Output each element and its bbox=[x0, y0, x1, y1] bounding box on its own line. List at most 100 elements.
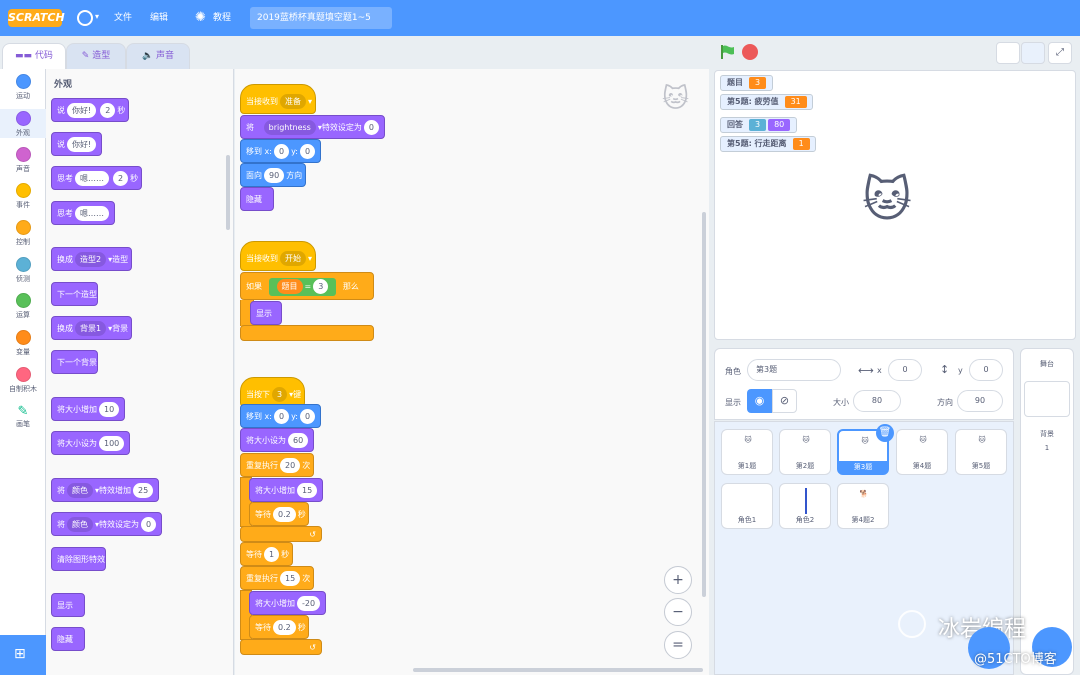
sprite-thumb[interactable]: 🐱 第2题 bbox=[779, 429, 831, 475]
globe-icon[interactable] bbox=[77, 10, 93, 26]
block-think[interactable]: 思考 嗯…… bbox=[51, 201, 115, 225]
dog-sprite-icon: 🐕 bbox=[859, 490, 869, 498]
sprite-cat-on-stage[interactable]: 🐱 bbox=[862, 172, 912, 228]
chevron-down-icon: ▾ bbox=[95, 12, 100, 21]
block-set-effect[interactable]: 将颜色 ▾特效设定为 0 bbox=[51, 512, 162, 536]
cat-sprite-icon: 🐱 bbox=[919, 436, 927, 444]
menu-tutorials[interactable]: 教程 bbox=[213, 11, 231, 25]
block-show[interactable]: 显示 bbox=[250, 301, 282, 325]
category-control[interactable]: 控制 bbox=[0, 220, 46, 247]
hat-when-receive[interactable]: 当接收到 准备 ▾ bbox=[240, 84, 316, 114]
project-title-input[interactable]: 2019蓝桥杯真题填空题1~5 bbox=[250, 7, 392, 29]
menu-file[interactable]: 文件 bbox=[114, 11, 132, 25]
menu-edit[interactable]: 编辑 bbox=[150, 11, 168, 25]
scratch-logo[interactable]: SCRATCH bbox=[8, 9, 65, 27]
lightbulb-icon: ✺ bbox=[195, 10, 206, 25]
block-set-size[interactable]: 将大小设为 100 bbox=[51, 431, 130, 455]
hat-when-key-pressed[interactable]: 当按下 3 ▾键 bbox=[240, 377, 305, 407]
small-stage-button[interactable] bbox=[996, 42, 1020, 64]
sprite-thumb[interactable]: 🐱 第5题 bbox=[955, 429, 1007, 475]
y-input[interactable]: 0 bbox=[969, 359, 1003, 381]
block-set-size[interactable]: 将大小设为 60 bbox=[240, 428, 314, 452]
sprite-thumb[interactable]: 🐱 第1题 bbox=[721, 429, 773, 475]
sprite-thumb[interactable]: 角色2 bbox=[779, 483, 831, 529]
block-wait[interactable]: 等待 1 秒 bbox=[240, 542, 293, 566]
tab-sounds[interactable]: 🔈 声音 bbox=[126, 43, 190, 69]
show-label: 显示 bbox=[725, 398, 741, 407]
block-say-for-secs[interactable]: 说你好! 2 秒 bbox=[51, 98, 129, 122]
category-motion[interactable]: 运动 bbox=[0, 74, 46, 101]
block-switch-backdrop[interactable]: 换成 背景1 ▾背景 bbox=[51, 316, 132, 340]
repeat-end: ↺ bbox=[240, 526, 322, 542]
block-next-costume[interactable]: 下一个造型 bbox=[51, 282, 98, 306]
fullscreen-button[interactable]: ⤢ bbox=[1048, 42, 1072, 64]
show-hidden-button[interactable]: ⊘ bbox=[772, 389, 797, 413]
block-show[interactable]: 显示 bbox=[51, 593, 85, 617]
stage-panel-title: 舞台 bbox=[1040, 360, 1054, 368]
block-wait[interactable]: 等待 0.2 秒 bbox=[249, 615, 310, 639]
eye-slash-icon: ⊘ bbox=[779, 394, 790, 407]
block-change-effect[interactable]: 将颜色 ▾特效增加 25 bbox=[51, 478, 159, 502]
variable-reporter: 题目 bbox=[276, 278, 303, 294]
zoom-reset-button[interactable]: = bbox=[664, 631, 692, 659]
category-sensing[interactable]: 侦测 bbox=[0, 257, 46, 284]
category-pen[interactable]: ✎ 画笔 bbox=[0, 404, 46, 429]
hat-when-receive[interactable]: 当接收到 开始 ▾ bbox=[240, 241, 316, 271]
palette-scrollbar[interactable] bbox=[226, 155, 230, 230]
block-next-backdrop[interactable]: 下一个背景 bbox=[51, 350, 98, 374]
tab-costumes[interactable]: ✎ 造型 bbox=[66, 43, 126, 69]
block-point-direction[interactable]: 面向 90 方向 bbox=[240, 163, 306, 187]
category-operators[interactable]: 运算 bbox=[0, 293, 46, 320]
size-input[interactable]: 80 bbox=[853, 390, 901, 412]
tab-code[interactable]: ▬▬ 代码 bbox=[2, 43, 66, 70]
green-flag-icon[interactable] bbox=[719, 44, 735, 60]
block-change-size[interactable]: 将大小增加 15 bbox=[249, 478, 323, 502]
block-switch-costume[interactable]: 换成 造型2 ▾造型 bbox=[51, 247, 132, 271]
x-label: x bbox=[877, 366, 882, 375]
backdrop-thumbnail[interactable] bbox=[1024, 381, 1070, 417]
block-say[interactable]: 说你好! bbox=[51, 132, 102, 156]
category-sound[interactable]: 声音 bbox=[0, 147, 46, 174]
chevron-down-icon: ▾ bbox=[308, 97, 313, 106]
block-set-effect[interactable]: 将 brightness ▾特效设定为 0 bbox=[240, 115, 385, 139]
stage-panel[interactable]: 舞台 背景 1 bbox=[1020, 348, 1074, 675]
block-repeat[interactable]: 重复执行 20 次 bbox=[240, 453, 314, 477]
sensing-dot-icon bbox=[15, 257, 31, 272]
sprite-thumb[interactable]: 角色1 bbox=[721, 483, 773, 529]
sprite-thumb[interactable]: 🐕 第4题2 bbox=[837, 483, 889, 529]
block-clear-effects[interactable]: 清除图形特效 bbox=[51, 547, 106, 571]
zoom-in-button[interactable]: + bbox=[664, 566, 692, 594]
block-if-then[interactable]: 如果 题目 = 3 那么 bbox=[240, 272, 374, 300]
block-repeat[interactable]: 重复执行 15 次 bbox=[240, 566, 314, 590]
block-wait[interactable]: 等待 0.2 秒 bbox=[249, 502, 310, 526]
x-input[interactable]: 0 bbox=[888, 359, 922, 381]
y-label: y bbox=[958, 366, 963, 375]
sprite-thumb[interactable]: 🐱 第4题 bbox=[896, 429, 948, 475]
block-change-size[interactable]: 将大小增加 -20 bbox=[249, 591, 326, 615]
equals-operator[interactable]: 题目 = 3 bbox=[268, 277, 337, 296]
pen-icon: ✎ bbox=[17, 404, 29, 419]
category-variables[interactable]: 变量 bbox=[0, 330, 46, 357]
block-change-size[interactable]: 将大小增加 10 bbox=[51, 397, 125, 421]
category-looks[interactable]: 外观 bbox=[0, 109, 46, 138]
block-think-for-secs[interactable]: 思考 嗯…… 2 秒 bbox=[51, 166, 142, 190]
show-visible-button[interactable]: ◉ bbox=[747, 389, 772, 413]
block-hide[interactable]: 隐藏 bbox=[240, 187, 274, 211]
normal-stage-button[interactable] bbox=[1021, 42, 1045, 64]
workspace-hscrollbar[interactable] bbox=[413, 668, 703, 672]
block-goto-xy[interactable]: 移到 x: 0 y: 0 bbox=[240, 404, 321, 428]
direction-input[interactable]: 90 bbox=[957, 390, 1003, 412]
operators-dot-icon bbox=[15, 293, 31, 308]
zoom-out-button[interactable]: − bbox=[664, 598, 692, 626]
category-events[interactable]: 事件 bbox=[0, 183, 46, 210]
category-my-blocks[interactable]: 自制积木 bbox=[0, 367, 46, 394]
delete-sprite-button[interactable]: 🗑 bbox=[876, 424, 894, 442]
block-hide[interactable]: 隐藏 bbox=[51, 627, 85, 651]
add-extension-button[interactable]: ⊞ bbox=[0, 635, 46, 675]
myblocks-dot-icon bbox=[15, 367, 31, 382]
stop-button[interactable] bbox=[742, 44, 758, 60]
sprite-name-input[interactable]: 第3题 bbox=[747, 359, 841, 381]
workspace-vscrollbar[interactable] bbox=[702, 212, 706, 597]
block-goto-xy[interactable]: 移到 x: 0 y: 0 bbox=[240, 139, 321, 163]
direction-label: 方向 bbox=[937, 398, 953, 407]
